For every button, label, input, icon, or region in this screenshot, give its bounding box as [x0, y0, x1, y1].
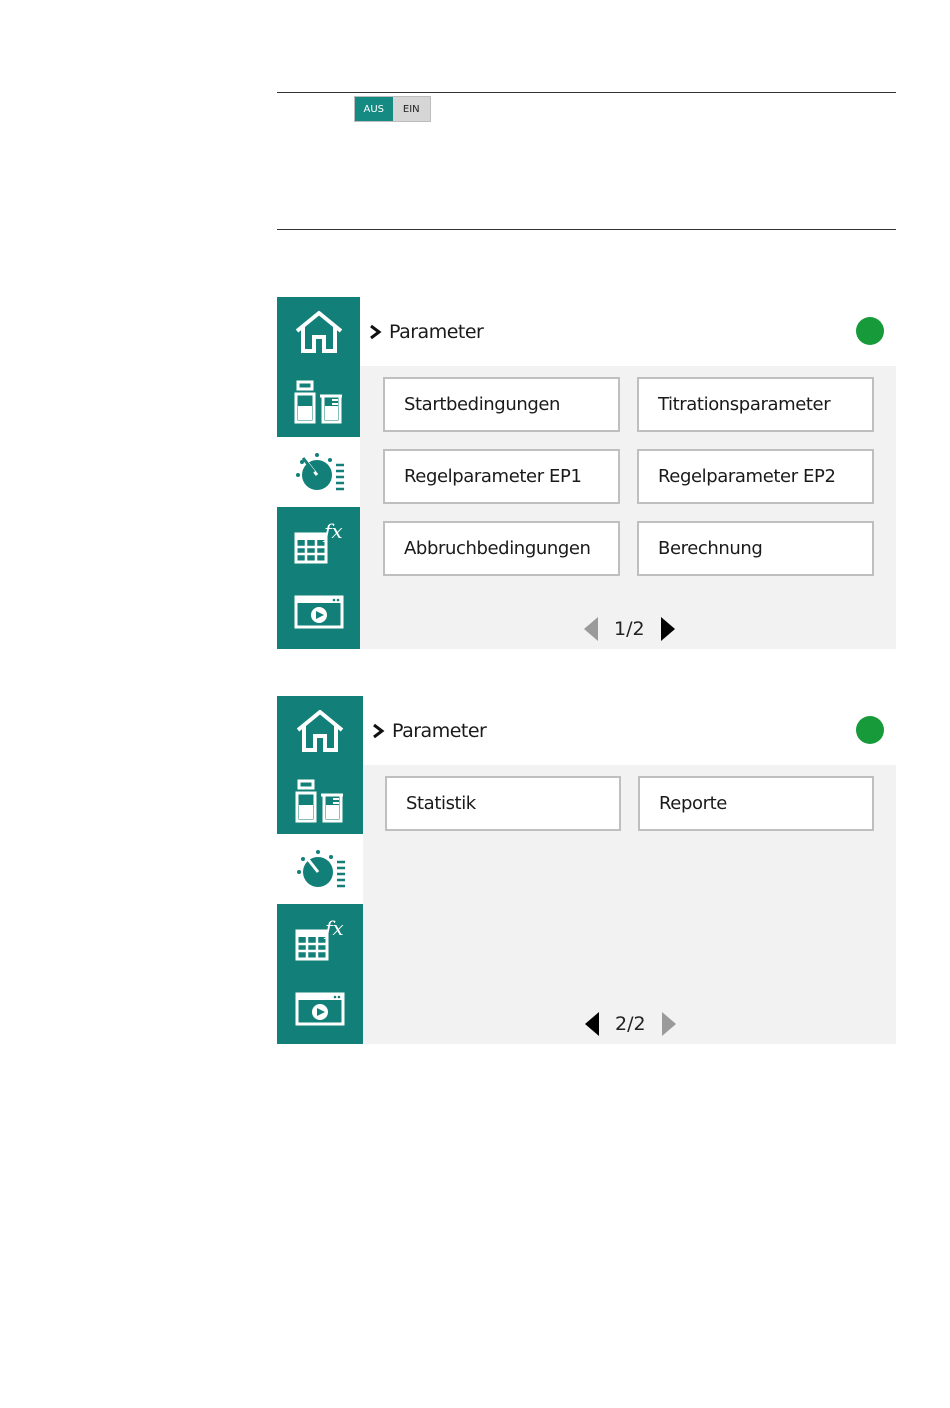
prev-page-arrow-icon[interactable] — [583, 1011, 601, 1037]
table-fx-icon: fx — [295, 916, 344, 961]
section-rule-top — [277, 92, 896, 93]
sidebar: fx — [277, 297, 360, 649]
home-icon — [296, 710, 344, 752]
header-bar: Parameter — [363, 696, 896, 765]
toggle-ein[interactable]: EIN — [392, 97, 430, 121]
sidebar-item-home[interactable] — [277, 297, 360, 367]
sidebar-item-samples[interactable] — [277, 766, 363, 836]
status-indicator — [856, 317, 884, 345]
next-page-arrow-icon[interactable] — [660, 1011, 678, 1037]
toggle-aus[interactable]: AUS — [355, 97, 393, 121]
sidebar-item-run[interactable] — [277, 577, 360, 647]
chevron-right-icon — [370, 324, 382, 340]
sidebar-item-samples[interactable] — [277, 367, 360, 437]
window-play-icon — [294, 595, 343, 629]
sidebar-item-home[interactable] — [277, 696, 363, 766]
tile-regelparameter-ep2[interactable]: Regelparameter EP2 — [637, 449, 874, 504]
pager: 1/2 — [582, 616, 677, 642]
dial-list-icon — [297, 850, 345, 888]
page-indicator: 1/2 — [614, 618, 645, 640]
status-indicator — [856, 716, 884, 744]
parameter-screen-page-2: fx Parameter Statistik Reporte 2/2 — [277, 696, 896, 1044]
tile-abbruchbedingungen[interactable]: Abbruchbedingungen — [383, 521, 620, 576]
tile-startbedingungen[interactable]: Startbedingungen — [383, 377, 620, 432]
tile-statistik[interactable]: Statistik — [385, 776, 621, 831]
sidebar-item-formulas[interactable]: fx — [277, 507, 360, 577]
next-page-arrow-icon[interactable] — [659, 616, 677, 642]
parameter-screen-page-1: fx Parameter Startbedingungen Titrations… — [277, 297, 896, 649]
home-icon — [295, 311, 342, 353]
svg-text:fx: fx — [322, 519, 343, 543]
breadcrumb-label: Parameter — [392, 720, 487, 742]
window-play-icon — [295, 992, 345, 1026]
sidebar-item-parameters[interactable] — [277, 437, 360, 507]
sidebar-item-formulas[interactable]: fx — [277, 904, 363, 974]
aus-ein-toggle[interactable]: AUS EIN — [354, 96, 431, 122]
page-indicator: 2/2 — [615, 1013, 646, 1035]
prev-page-arrow-icon[interactable] — [582, 616, 600, 642]
bottle-beaker-icon — [294, 380, 342, 424]
breadcrumb-label: Parameter — [389, 321, 484, 343]
table-fx-icon: fx — [294, 519, 343, 564]
bottle-beaker-icon — [295, 779, 343, 823]
breadcrumb: Parameter — [368, 321, 484, 343]
section-rule-bottom — [277, 229, 896, 230]
svg-text:fx: fx — [323, 916, 344, 940]
dial-list-icon — [295, 453, 344, 491]
tile-berechnung[interactable]: Berechnung — [637, 521, 874, 576]
sidebar-item-parameters[interactable] — [277, 834, 363, 904]
tile-regelparameter-ep1[interactable]: Regelparameter EP1 — [383, 449, 620, 504]
pager: 2/2 — [583, 1011, 678, 1037]
tile-titrationsparameter[interactable]: Titrationsparameter — [637, 377, 874, 432]
breadcrumb: Parameter — [371, 720, 487, 742]
sidebar-item-run[interactable] — [277, 974, 363, 1044]
chevron-right-icon — [373, 723, 385, 739]
sidebar: fx — [277, 696, 363, 1044]
tile-reporte[interactable]: Reporte — [638, 776, 874, 831]
header-bar: Parameter — [360, 297, 896, 366]
